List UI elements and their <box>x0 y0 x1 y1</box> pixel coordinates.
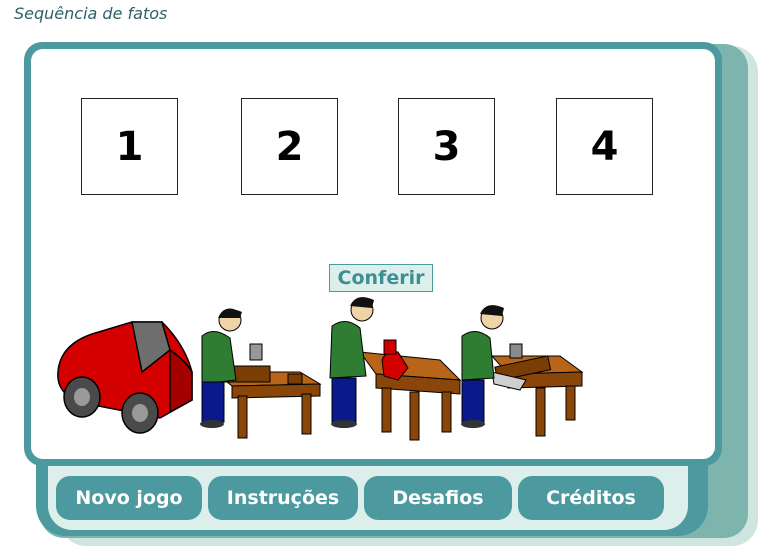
slot-2[interactable]: 2 <box>241 98 338 195</box>
new-game-button[interactable]: Novo jogo <box>56 476 202 520</box>
credits-button[interactable]: Créditos <box>518 476 664 520</box>
slot-4[interactable]: 4 <box>556 98 653 195</box>
page-title: Sequência de fatos <box>14 4 168 23</box>
slot-3[interactable]: 3 <box>398 98 495 195</box>
challenges-button[interactable]: Desafios <box>364 476 512 520</box>
slot-1[interactable]: 1 <box>81 98 178 195</box>
check-button[interactable]: Conferir <box>329 264 433 292</box>
instructions-button[interactable]: Instruções <box>208 476 358 520</box>
